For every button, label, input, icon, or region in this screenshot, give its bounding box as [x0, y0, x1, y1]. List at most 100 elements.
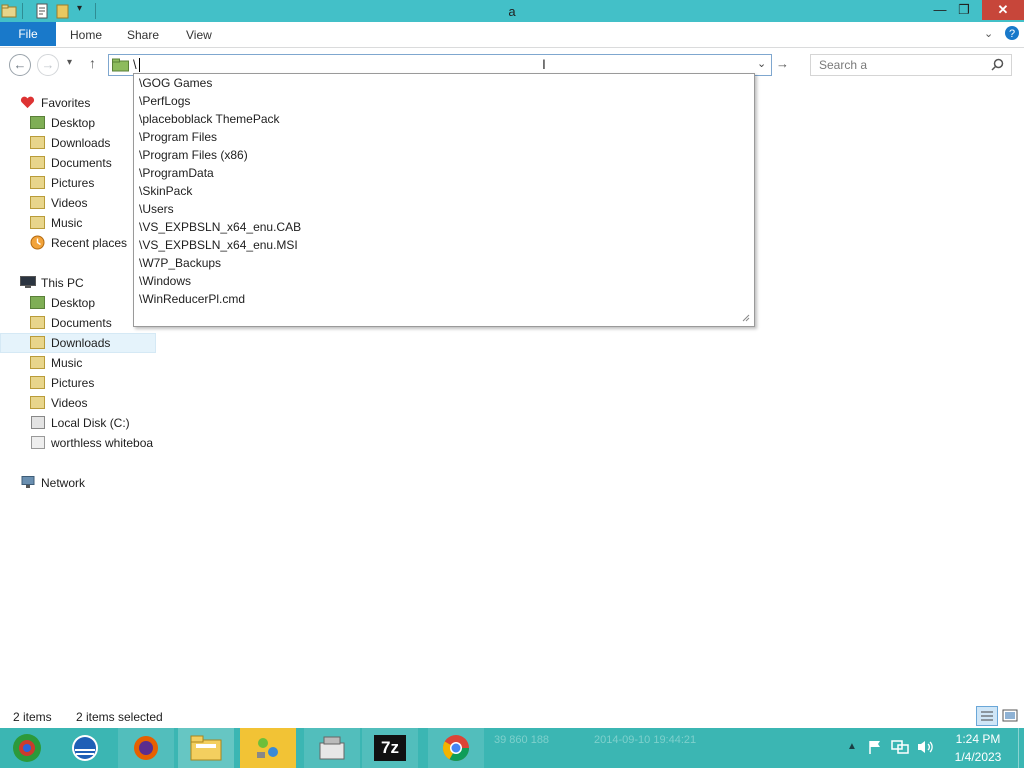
favorites-label: Favorites — [41, 96, 91, 110]
autocomplete-item[interactable]: \SkinPack — [139, 182, 192, 200]
music-icon — [30, 356, 45, 369]
firefox-icon — [134, 736, 158, 760]
autocomplete-item[interactable]: \Program Files — [139, 128, 217, 146]
taskbar-app-chrome[interactable] — [428, 728, 484, 768]
file-explorer-icon — [190, 735, 222, 761]
address-dropdown-icon[interactable]: ⌄ — [757, 57, 766, 70]
hard-disk-icon — [31, 416, 45, 429]
chrome-icon — [442, 735, 470, 762]
network-status-icon[interactable] — [891, 739, 909, 755]
music-icon — [30, 216, 45, 229]
taskbar-app-7zip[interactable]: 7z — [362, 728, 418, 768]
address-input[interactable]: \ — [133, 57, 137, 72]
text-caret — [139, 58, 140, 72]
folder-icon — [1, 4, 17, 18]
search-input[interactable]: Search a — [819, 58, 867, 72]
autocomplete-item[interactable]: \VS_EXPBSLN_x64_enu.CAB — [139, 218, 301, 236]
taskbar-app-control-panel[interactable] — [240, 728, 296, 768]
properties-icon[interactable] — [34, 3, 50, 19]
pictures-icon — [30, 376, 45, 389]
sidebar-item-pc-videos[interactable]: Videos — [0, 393, 158, 413]
autocomplete-item[interactable]: \GOG Games — [139, 74, 212, 92]
show-hidden-icons-icon[interactable]: ▲ — [847, 741, 857, 752]
pictures-icon — [30, 176, 45, 189]
sidebar-item-local-disk[interactable]: Local Disk (C:) — [0, 413, 158, 433]
help-icon[interactable]: ? — [1004, 25, 1020, 41]
register-icon — [319, 736, 345, 760]
action-center-flag-icon[interactable] — [867, 739, 883, 755]
sidebar-item-removable-drive[interactable]: worthless whiteboa — [0, 433, 158, 453]
ghost-date-text: 2014-09-10 19:44:21 — [594, 734, 697, 746]
resize-grip-icon[interactable] — [740, 312, 750, 322]
back-button[interactable]: ← — [9, 54, 31, 76]
minimize-button[interactable]: — — [930, 0, 950, 20]
documents-icon — [30, 156, 45, 169]
tab-share[interactable]: Share — [127, 22, 159, 46]
show-desktop-button[interactable] — [1018, 728, 1024, 768]
videos-icon — [30, 196, 45, 209]
network-label: Network — [41, 476, 86, 490]
desktop-icon — [30, 116, 45, 129]
recent-places-icon — [30, 235, 45, 250]
text-cursor-icon: I — [542, 56, 546, 72]
sidebar-item-pc-downloads[interactable]: Downloads — [0, 333, 156, 353]
downloads-icon — [30, 336, 45, 349]
svg-text:?: ? — [1009, 28, 1015, 40]
go-arrow-icon[interactable]: → — [776, 56, 789, 71]
status-bar: 2 items 2 items selected — [0, 706, 1024, 728]
taskbar-app-file-explorer[interactable] — [178, 728, 234, 768]
drive-icon — [31, 436, 45, 449]
autocomplete-item[interactable]: \ProgramData — [139, 164, 214, 182]
new-folder-icon[interactable] — [55, 3, 71, 19]
autocomplete-item[interactable]: \VS_EXPBSLN_x64_enu.MSI — [139, 236, 298, 254]
volume-icon[interactable] — [916, 739, 934, 755]
search-box[interactable]: Search a — [810, 54, 1012, 76]
search-icon[interactable] — [991, 58, 1004, 71]
item-count: 2 items — [13, 710, 52, 724]
autocomplete-item[interactable]: \WinReducerPl.cmd — [139, 290, 245, 308]
details-view-icon[interactable] — [976, 706, 998, 726]
sidebar-item-pc-music[interactable]: Music — [0, 353, 158, 373]
recent-locations-icon[interactable]: ▾ — [67, 57, 72, 68]
clock-time[interactable]: 1:24 PM — [940, 732, 1016, 746]
desktop-icon — [30, 296, 45, 309]
file-tab[interactable]: File — [0, 22, 56, 46]
restore-button[interactable]: ❐ — [954, 0, 974, 20]
title-bar: a — [0, 0, 1024, 22]
sidebar-item-pc-pictures[interactable]: Pictures — [0, 373, 158, 393]
taskbar-app-news[interactable] — [58, 728, 114, 768]
this-pc-label: This PC — [41, 276, 84, 290]
start-button[interactable] — [0, 728, 56, 768]
clock-date[interactable]: 1/4/2023 — [940, 750, 1016, 764]
window-title: a — [508, 4, 516, 19]
computer-icon — [20, 276, 36, 288]
large-icons-view-icon[interactable] — [1000, 706, 1020, 726]
documents-icon — [30, 316, 45, 329]
globe-logo-icon — [72, 735, 98, 761]
autocomplete-item[interactable]: \Windows — [139, 272, 191, 290]
autocomplete-item[interactable]: \W7P_Backups — [139, 254, 221, 272]
forward-button[interactable]: → — [37, 54, 59, 76]
autocomplete-item[interactable]: \placeboblack ThemePack — [139, 110, 280, 128]
network-sharing-icon — [257, 738, 278, 758]
customize-toolbar-icon[interactable]: ▾ — [77, 3, 82, 14]
autocomplete-item[interactable]: \Program Files (x86) — [139, 146, 248, 164]
taskbar-app-firefox[interactable] — [118, 728, 174, 768]
start-orb-icon — [13, 734, 41, 762]
network-header[interactable]: Network — [0, 473, 158, 493]
network-icon — [21, 476, 35, 488]
taskbar-app-cashier[interactable] — [304, 728, 360, 768]
address-autocomplete-list: \GOG Games \PerfLogs \placeboblack Theme… — [133, 73, 755, 327]
autocomplete-item[interactable]: \Users — [139, 200, 174, 218]
autocomplete-item[interactable]: \PerfLogs — [139, 92, 190, 110]
selected-count: 2 items selected — [76, 710, 163, 724]
close-button[interactable]: ✕ — [982, 0, 1024, 20]
folder-icon — [112, 58, 129, 72]
heart-icon — [20, 96, 35, 109]
up-button[interactable]: ↑ — [89, 55, 96, 71]
tab-home[interactable]: Home — [70, 22, 102, 46]
seven-zip-icon: 7z — [374, 735, 406, 761]
expand-ribbon-icon[interactable]: ⌄ — [984, 27, 993, 40]
tab-view[interactable]: View — [186, 22, 212, 46]
downloads-icon — [30, 136, 45, 149]
